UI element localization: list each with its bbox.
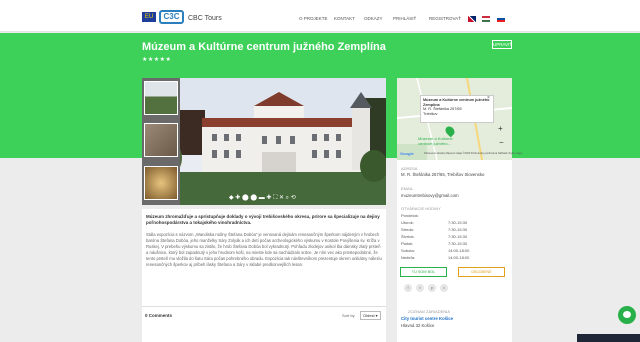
hours-day: Pondelok: [401,213,419,218]
favorite-button[interactable]: OBĽÚBENÉ [458,267,505,277]
site-logo[interactable]: C3C [159,10,184,24]
top-nav: EU C3C CBC Tours O PROJEKTE KONTAKT ODKA… [0,0,640,32]
hours-day: Piatok: [401,241,414,246]
map-popup: Múzeum a Kultúrne centrum južného Zemplí… [420,95,494,123]
hours-day: Štvrtok: [401,234,415,239]
page-title: Múzeum a Kultúrne centrum južného Zemplí… [142,41,386,53]
hours-time: 14:00-18:00 [448,248,470,253]
popup-close-icon[interactable]: × [487,95,490,101]
address-value: M. R. Štefánika 257/65, Trebišov Slovens… [401,172,485,177]
flag-en-icon[interactable] [468,16,476,22]
gallery-controls[interactable]: ◆ ✚ ⬤ ⬤ ▬ ✚ ⛶ ✕ ⌕ ⟲ [229,194,296,202]
email-link[interactable]: muzeumtrebisovy@gmail.com [401,193,459,198]
hours-day: Streda: [401,227,414,232]
zoom-in-icon[interactable]: + [498,124,503,133]
eu-flag-logo: EU [142,12,156,22]
share-icon[interactable]: < [440,284,448,292]
map-popup-title: Múzeum a Kultúrne centrum južného Zemplí… [423,98,490,107]
nav-about[interactable]: O PROJEKTE [299,16,328,21]
flag-hu-icon[interactable] [482,16,490,22]
nav-links[interactable]: ODKAZY [364,16,383,21]
related-link[interactable]: City tourist centre Košice [401,316,453,321]
hours-label: OTVÁRACIE HODINY [401,206,441,211]
related-label: ZOZNAM ZARIADENIA [408,309,451,314]
hours-time: 7:30-15:30 [448,220,468,225]
email-label: EMAIL [401,186,414,191]
map-pin-label[interactable]: Múzeum a Kultúrne centrum južného... [418,136,458,146]
hours-day: Nedeľa: [401,255,416,260]
edit-button[interactable]: UPRAVIŤ [492,40,512,49]
nav-login[interactable]: PRIHLÁSIŤ [393,16,416,21]
sort-select[interactable]: Oldest ▾ [360,311,381,320]
hours-day: Sobota: [401,248,415,253]
thumbnail-1[interactable] [144,81,178,115]
nav-contact[interactable]: KONTAKT [334,16,355,21]
twitter-icon[interactable]: t [416,284,424,292]
sort-label: Sort by [342,313,355,318]
brand-name[interactable]: CBC Tours [188,15,222,22]
pinterest-icon[interactable]: p [428,284,436,292]
hours-time: 7:30-15:30 [448,234,468,239]
facebook-icon[interactable]: f [404,284,412,292]
hours-time: 7:30-15:30 [448,227,468,232]
related-address: Hlavná 32 Košice [401,323,435,328]
article-intro: Múzeum zhromažďuje a sprístupňuje doklad… [146,214,380,225]
map-attribution[interactable]: Klávesové skratky Mapové údaje ©2020 Pod… [424,152,522,155]
comments-count: 0 Comments [145,313,173,318]
zoom-out-icon[interactable]: − [499,138,504,147]
corner-overlay [577,334,640,342]
article-body: Stála expozícia s názvom „Wandiska rodin… [146,232,382,267]
gallery-thumbnails [142,78,180,205]
map-popup-city: Trebišov [423,111,438,116]
comments-section: 0 Comments Sort by Oldest ▾ [142,306,386,342]
thumbnail-2[interactable] [144,123,178,157]
rating-stars[interactable]: ★★★★★ [142,56,171,63]
hours-day: Utorok: [401,220,414,225]
chat-button[interactable] [618,306,636,324]
flag-sk-icon[interactable] [497,16,505,22]
visited-button[interactable]: TU SOM BOL [400,267,447,277]
address-label: ADRESA [401,166,418,171]
chat-bubble-icon [623,311,631,318]
hours-time: 14:00-18:00 [448,255,470,260]
thumbnail-3[interactable] [144,166,178,200]
google-logo: Google [400,151,414,156]
nav-register[interactable]: REGISTROVAŤ [429,16,461,21]
hours-time: 7:30-15:30 [448,241,468,246]
